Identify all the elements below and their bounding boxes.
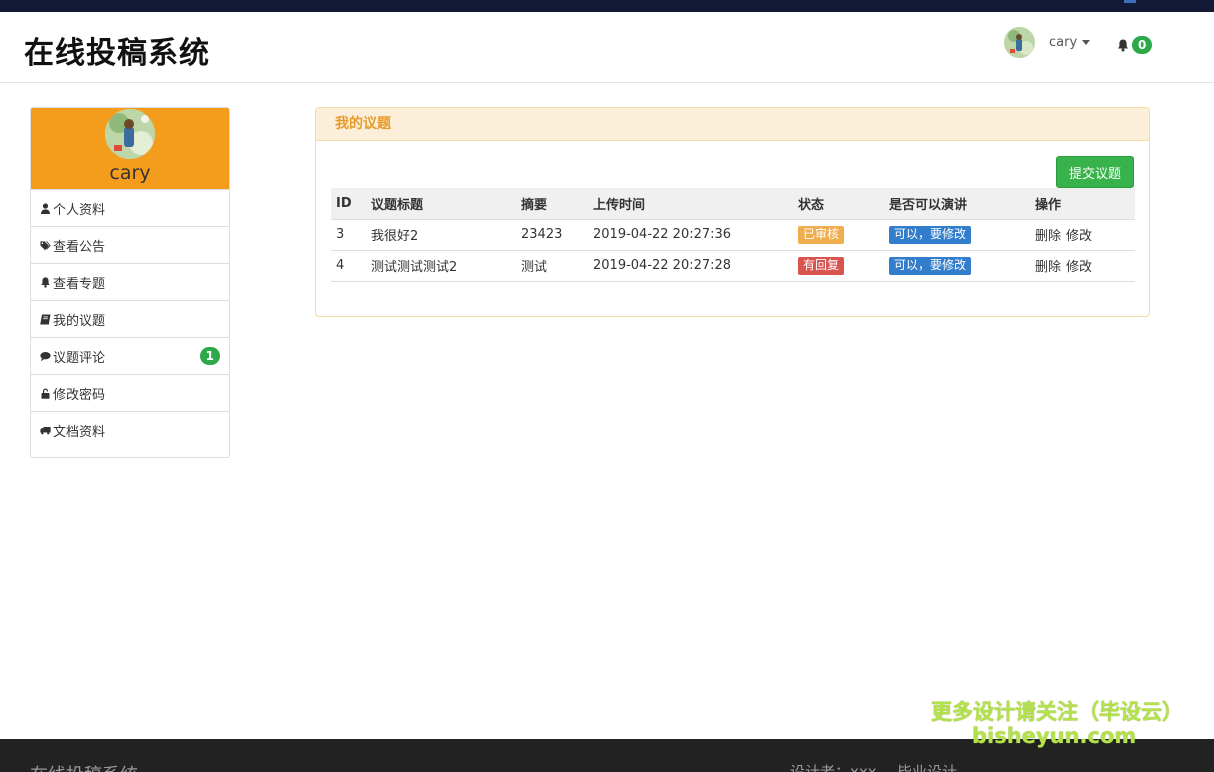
chevron-down-icon bbox=[1082, 39, 1091, 45]
sidebar-item-profile[interactable]: 个人资料 bbox=[31, 189, 229, 226]
status-badge: 有回复 bbox=[798, 256, 845, 275]
topic-id: 4 bbox=[331, 250, 366, 282]
unlock-icon bbox=[41, 388, 50, 399]
app-brand[interactable]: 在线投稿系统 bbox=[24, 28, 210, 72]
notifications[interactable]: 0 bbox=[1117, 36, 1153, 54]
sidebar-item-change-password[interactable]: 修改密码 bbox=[31, 374, 229, 411]
sidebar: cary 个人资料 查看公告 查看专题 我的议题 议题评论 1 修改密码 文档资… bbox=[30, 107, 230, 458]
column-header: 是否可以演讲 bbox=[884, 188, 1030, 220]
sidebar-item-label: 查看公告 bbox=[53, 239, 106, 255]
avatar bbox=[105, 109, 155, 159]
status-badge: 已审核 bbox=[798, 225, 845, 244]
edit-link[interactable]: 修改 bbox=[1066, 229, 1092, 244]
footer-note: 毕业设计 bbox=[897, 763, 958, 772]
edit-link[interactable]: 修改 bbox=[1066, 260, 1092, 275]
book-icon bbox=[40, 314, 51, 324]
speech-status-badge: 可以，要修改 bbox=[889, 225, 972, 244]
column-header: 摘要 bbox=[516, 188, 588, 220]
profile-name: cary bbox=[109, 162, 151, 184]
tags-icon bbox=[40, 240, 51, 250]
user-name: cary bbox=[1049, 34, 1078, 50]
table-row: 4 测试测试测试2 测试 2019-04-22 20:27:28 有回复 可以，… bbox=[331, 250, 1135, 282]
sidebar-item-documents[interactable]: 文档资料 bbox=[31, 411, 229, 448]
profile-card: cary bbox=[31, 108, 229, 189]
avatar bbox=[1004, 26, 1035, 58]
column-header: 状态 bbox=[793, 188, 884, 220]
topics-table: ID 议题标题 摘要 上传时间 状态 是否可以演讲 操作 3 我很好2 2342… bbox=[331, 188, 1135, 282]
sidebar-item-label: 查看专题 bbox=[53, 276, 106, 292]
submit-topic-button[interactable]: 提交议题 bbox=[1056, 156, 1134, 188]
bell-icon bbox=[41, 276, 50, 288]
column-header: 操作 bbox=[1030, 188, 1135, 220]
sidebar-item-label: 议题评论 bbox=[53, 350, 106, 366]
my-topics-panel: 我的议题 提交议题 ID 议题标题 摘要 上传时间 状态 是否可以演讲 操作 3… bbox=[315, 107, 1150, 317]
top-strip-marker bbox=[1124, 0, 1136, 3]
sidebar-item-topics[interactable]: 查看专题 bbox=[31, 263, 229, 300]
delete-link[interactable]: 删除 bbox=[1035, 229, 1061, 244]
panel-title: 我的议题 bbox=[316, 108, 1149, 141]
comment-icon bbox=[40, 351, 51, 361]
sidebar-item-announcements[interactable]: 查看公告 bbox=[31, 226, 229, 263]
footer-brand: 在线投稿系统 bbox=[30, 761, 138, 772]
comment-count-badge: 1 bbox=[199, 347, 220, 365]
sidebar-item-label: 我的议题 bbox=[53, 313, 106, 329]
notification-badge: 0 bbox=[1132, 36, 1153, 54]
column-header: 议题标题 bbox=[366, 188, 516, 220]
topic-summary: 23423 bbox=[516, 219, 588, 251]
topic-title: 测试测试测试2 bbox=[366, 250, 516, 282]
bell-icon bbox=[1118, 39, 1128, 51]
column-header: ID bbox=[331, 188, 366, 220]
sidebar-item-comments[interactable]: 议题评论 1 bbox=[31, 337, 229, 374]
top-strip bbox=[0, 0, 1214, 12]
topic-title: 我很好2 bbox=[366, 219, 516, 251]
column-header: 上传时间 bbox=[588, 188, 793, 220]
footer-designer: 设计者：xxx bbox=[790, 763, 877, 772]
watermark-text: 更多设计请关注（毕设云） bbox=[931, 700, 1183, 724]
user-menu[interactable]: cary bbox=[1004, 26, 1091, 58]
table-row: 3 我很好2 23423 2019-04-22 20:27:36 已审核 可以，… bbox=[331, 219, 1135, 251]
header: 在线投稿系统 cary 0 bbox=[0, 12, 1214, 83]
user-icon bbox=[41, 202, 50, 214]
speech-status-badge: 可以，要修改 bbox=[889, 256, 972, 275]
sidebar-item-label: 个人资料 bbox=[53, 202, 106, 218]
sidebar-item-my-topics[interactable]: 我的议题 bbox=[31, 300, 229, 337]
topic-id: 3 bbox=[331, 219, 366, 251]
topic-upload-time: 2019-04-22 20:27:36 bbox=[588, 219, 793, 251]
sidebar-item-label: 修改密码 bbox=[53, 387, 106, 403]
sidebar-item-label: 文档资料 bbox=[53, 424, 106, 440]
watermark-url: bisheyun.com bbox=[972, 724, 1137, 748]
table-header-row: ID 议题标题 摘要 上传时间 状态 是否可以演讲 操作 bbox=[331, 188, 1135, 220]
truck-icon bbox=[40, 426, 51, 434]
topic-upload-time: 2019-04-22 20:27:28 bbox=[588, 250, 793, 282]
topic-summary: 测试 bbox=[516, 250, 588, 282]
delete-link[interactable]: 删除 bbox=[1035, 260, 1061, 275]
